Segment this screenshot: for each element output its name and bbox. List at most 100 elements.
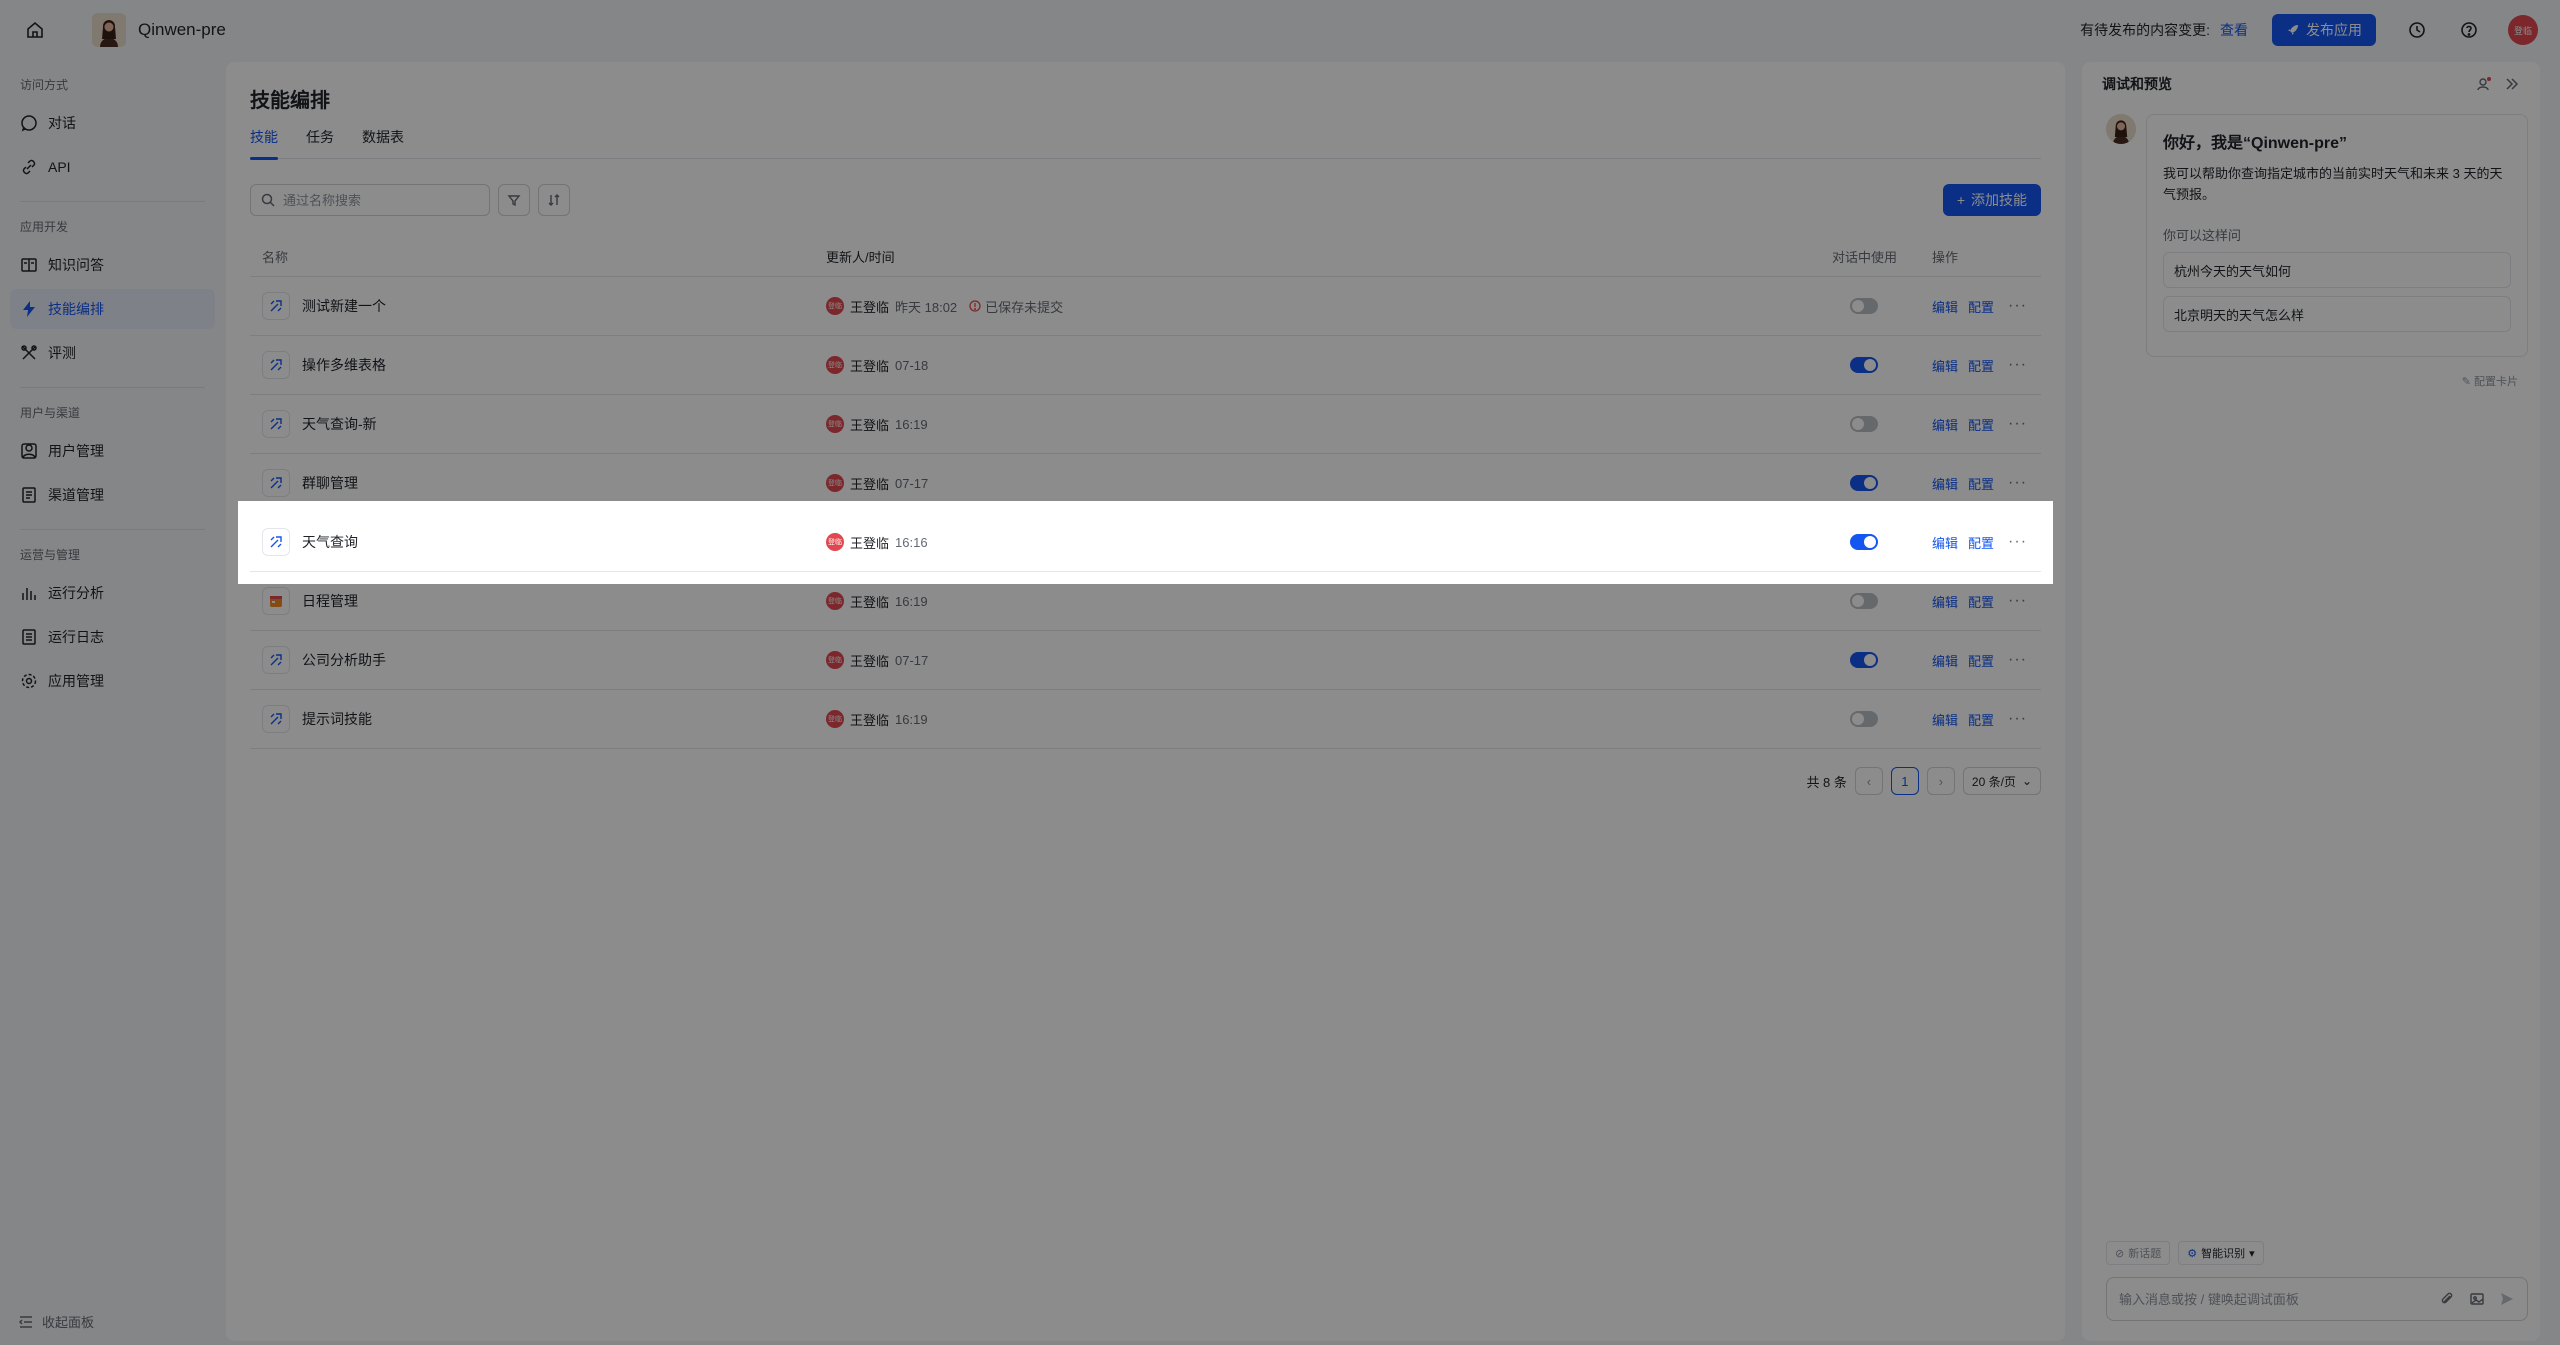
sidebar-item-run-analysis[interactable]: 运行分析	[10, 573, 215, 613]
table-row[interactable]: 测试新建一个 登临 王登临 昨天 18:02 已保存未提交 编辑 配置 ···	[250, 277, 2041, 336]
toolbar: + 添加技能	[250, 183, 2041, 217]
next-page-button[interactable]: ›	[1926, 767, 1955, 795]
tab-skills[interactable]: 技能	[250, 125, 278, 160]
attachment-icon[interactable]	[2439, 1291, 2455, 1307]
edit-button[interactable]: 编辑	[1932, 474, 1958, 493]
app-name[interactable]: Qinwen-pre	[138, 20, 226, 40]
edit-button[interactable]: 编辑	[1932, 356, 1958, 375]
in-chat-toggle[interactable]	[1850, 652, 1878, 668]
more-icon[interactable]: ···	[2008, 474, 2027, 492]
filter-button[interactable]	[498, 184, 530, 216]
sidebar-item-label: API	[48, 159, 71, 175]
updated-cell: 登临 王登临 16:19	[826, 592, 1832, 611]
sort-button[interactable]	[538, 184, 570, 216]
edit-button[interactable]: 编辑	[1932, 651, 1958, 670]
edit-button[interactable]: 编辑	[1932, 533, 1958, 552]
add-skill-button[interactable]: + 添加技能	[1942, 184, 2041, 216]
in-chat-toggle[interactable]	[1850, 711, 1878, 727]
history-icon[interactable]	[2406, 19, 2428, 41]
in-chat-toggle[interactable]	[1850, 475, 1878, 491]
home-icon[interactable]	[22, 17, 48, 43]
prev-page-button[interactable]: ‹	[1854, 767, 1883, 795]
app-avatar[interactable]	[92, 13, 126, 47]
suggested-question[interactable]: 杭州今天的天气如何	[2163, 252, 2511, 288]
message-input[interactable]	[2119, 1291, 2425, 1307]
more-icon[interactable]: ···	[2008, 651, 2027, 669]
suggested-question[interactable]: 北京明天的天气怎么样	[2163, 296, 2511, 332]
sidebar-item-api[interactable]: API	[10, 147, 215, 187]
sidebar-item-label: 渠道管理	[48, 487, 104, 503]
collapse-panel-icon[interactable]	[2504, 76, 2520, 92]
page-size-select[interactable]: 20 条/页 ⌄	[1962, 767, 2041, 795]
skill-name: 提示词技能	[302, 711, 372, 727]
table-row[interactable]: 提示词技能 登临 王登临 16:19 编辑 配置 ···	[250, 690, 2041, 749]
edit-button[interactable]: 编辑	[1932, 710, 1958, 729]
config-button[interactable]: 配置	[1968, 474, 1994, 493]
more-icon[interactable]: ···	[2008, 297, 2027, 315]
skill-icon	[262, 528, 290, 556]
settings-bot-icon[interactable]	[2476, 76, 2492, 92]
config-button[interactable]: 配置	[1968, 356, 1994, 375]
skills-table: 名称 更新人/时间 对话中使用 操作 测试新建一个 登临 王登临 昨天 18:02 已保…	[250, 237, 2041, 749]
sidebar-item-chat[interactable]: 对话	[10, 103, 215, 143]
config-button[interactable]: 配置	[1968, 533, 1994, 552]
ops-cell: 编辑 配置 ···	[1932, 651, 2041, 670]
sidebar-item-label: 技能编排	[48, 301, 104, 317]
sidebar-item-skill-orchestration[interactable]: 技能编排	[10, 289, 215, 329]
new-chat-icon: ⊘	[2115, 1247, 2125, 1260]
view-changes-link[interactable]: 查看	[2220, 20, 2248, 40]
in-chat-toggle[interactable]	[1850, 416, 1878, 432]
user-avatar[interactable]: 登临	[2508, 15, 2538, 45]
table-row[interactable]: 公司分析助手 登临 王登临 07-17 编辑 配置 ···	[250, 631, 2041, 690]
more-icon[interactable]: ···	[2008, 533, 2027, 551]
updater-avatar: 登临	[826, 710, 844, 728]
sidebar-item-knowledge-qa[interactable]: 知识问答	[10, 245, 215, 285]
config-button[interactable]: 配置	[1968, 710, 1994, 729]
collapse-panel-button[interactable]: 收起面板	[18, 1312, 94, 1331]
publish-app-button[interactable]: 发布应用	[2272, 14, 2376, 46]
more-icon[interactable]: ···	[2008, 592, 2027, 610]
config-button[interactable]: 配置	[1968, 651, 1994, 670]
configure-card-link[interactable]: ✎ 配置卡片	[2082, 373, 2540, 389]
edit-button[interactable]: 编辑	[1932, 297, 1958, 316]
updated-cell: 登临 王登临 16:16	[826, 533, 1832, 552]
greeting: 你好，我是“Qinwen-pre”	[2163, 135, 2348, 152]
new-chat-button[interactable]: ⊘ 新话题	[2106, 1241, 2171, 1265]
pagination: 共 8 条 ‹ 1 › 20 条/页 ⌄	[250, 767, 2041, 795]
sidebar-item-user-management[interactable]: 用户管理	[10, 431, 215, 471]
table-row[interactable]: 天气查询-新 登临 王登临 16:19 编辑 配置 ···	[250, 395, 2041, 454]
nav-divider	[20, 201, 205, 202]
page-number[interactable]: 1	[1890, 767, 1919, 795]
new-chat-label: 新话题	[2128, 1248, 2162, 1260]
mode-select[interactable]: ⚙ 智能识别 ▾	[2178, 1241, 2264, 1265]
sidebar-item-channel-management[interactable]: 渠道管理	[10, 475, 215, 515]
tab-tasks[interactable]: 任务	[306, 125, 334, 159]
edit-button[interactable]: 编辑	[1932, 592, 1958, 611]
image-icon[interactable]	[2469, 1291, 2485, 1307]
in-chat-toggle[interactable]	[1850, 593, 1878, 609]
table-row[interactable]: 操作多维表格 登临 王登临 07-18 编辑 配置 ···	[250, 336, 2041, 395]
skill-name-cell: 群聊管理	[250, 469, 826, 497]
edit-button[interactable]: 编辑	[1932, 415, 1958, 434]
config-button[interactable]: 配置	[1968, 297, 1994, 316]
sidebar-item-evaluation[interactable]: 评测	[10, 333, 215, 373]
table-row[interactable]: 日程管理 登临 王登临 16:19 编辑 配置 ···	[250, 572, 2041, 631]
table-row[interactable]: 天气查询 登临 王登临 16:16 编辑 配置 ···	[250, 513, 2041, 572]
config-button[interactable]: 配置	[1968, 415, 1994, 434]
send-icon[interactable]	[2499, 1291, 2515, 1307]
table-row[interactable]: 群聊管理 登临 王登临 07-17 编辑 配置 ···	[250, 454, 2041, 513]
chevron-down-icon: ⌄	[2021, 774, 2032, 788]
more-icon[interactable]: ···	[2008, 710, 2027, 728]
config-button[interactable]: 配置	[1968, 592, 1994, 611]
sidebar-item-app-management[interactable]: 应用管理	[10, 661, 215, 701]
tab-data-tables[interactable]: 数据表	[362, 125, 404, 159]
in-chat-toggle[interactable]	[1850, 357, 1878, 373]
search-input[interactable]	[283, 192, 473, 208]
in-chat-toggle[interactable]	[1850, 534, 1878, 550]
in-chat-toggle[interactable]	[1850, 298, 1878, 314]
help-icon[interactable]	[2458, 19, 2480, 41]
more-icon[interactable]: ···	[2008, 356, 2027, 374]
more-icon[interactable]: ···	[2008, 415, 2027, 433]
nav-group-title: 应用开发	[20, 220, 69, 234]
sidebar-item-run-logs[interactable]: 运行日志	[10, 617, 215, 657]
